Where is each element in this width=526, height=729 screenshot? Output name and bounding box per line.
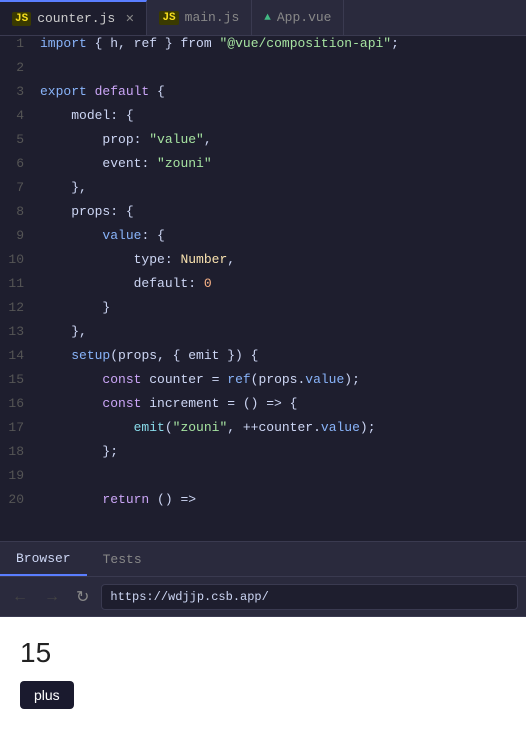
js-icon: JS	[12, 12, 31, 26]
line-content: event: "zouni"	[40, 156, 212, 171]
line-number: 10	[0, 252, 40, 267]
code-line: 14 setup(props, { emit }) {	[0, 348, 526, 372]
code-line: 6 event: "zouni"	[0, 156, 526, 180]
line-content: default: 0	[40, 276, 212, 291]
line-content: type: Number,	[40, 252, 235, 267]
code-line: 5 prop: "value",	[0, 132, 526, 156]
code-line: 19	[0, 468, 526, 492]
line-content: export default {	[40, 84, 165, 99]
tab-bar: JS counter.js ✕ JS main.js ▲ App.vue	[0, 0, 526, 36]
tab-app-vue[interactable]: ▲ App.vue	[252, 0, 344, 35]
line-content: model: {	[40, 108, 134, 123]
line-number: 2	[0, 60, 40, 75]
tab-label-counter: counter.js	[37, 11, 115, 26]
bottom-tab-bar: Browser Tests	[0, 541, 526, 577]
line-content: },	[40, 180, 87, 195]
code-line: 2	[0, 60, 526, 84]
js-icon-main: JS	[159, 11, 178, 25]
forward-button[interactable]: →	[40, 586, 64, 608]
code-line: 13 },	[0, 324, 526, 348]
line-number: 12	[0, 300, 40, 315]
code-line: 18 };	[0, 444, 526, 468]
line-number: 1	[0, 36, 40, 51]
line-content: },	[40, 324, 87, 339]
tab-counter-js[interactable]: JS counter.js ✕	[0, 0, 147, 35]
code-line: 17 emit("zouni", ++counter.value);	[0, 420, 526, 444]
code-line: 20 return () =>	[0, 492, 526, 516]
line-number: 19	[0, 468, 40, 483]
browser-bar: ← → ↻	[0, 577, 526, 617]
line-content: };	[40, 444, 118, 459]
code-line: 16 const increment = () => {	[0, 396, 526, 420]
line-content: emit("zouni", ++counter.value);	[40, 420, 376, 435]
code-line: 1import { h, ref } from "@vue/compositio…	[0, 36, 526, 60]
line-number: 14	[0, 348, 40, 363]
line-content: const counter = ref(props.value);	[40, 372, 360, 387]
code-line: 4 model: {	[0, 108, 526, 132]
code-line: 10 type: Number,	[0, 252, 526, 276]
line-number: 20	[0, 492, 40, 507]
refresh-button[interactable]: ↻	[72, 585, 93, 609]
line-content: value: {	[40, 228, 165, 243]
counter-display: 15	[20, 637, 506, 669]
line-number: 8	[0, 204, 40, 219]
line-number: 4	[0, 108, 40, 123]
line-content: }	[40, 300, 110, 315]
code-line: 3export default {	[0, 84, 526, 108]
tab-main-js[interactable]: JS main.js	[147, 0, 252, 35]
tab-label-vue: App.vue	[277, 10, 332, 25]
code-line: 11 default: 0	[0, 276, 526, 300]
plus-button[interactable]: plus	[20, 681, 74, 709]
line-content: props: {	[40, 204, 134, 219]
line-content: return () =>	[40, 492, 196, 507]
url-input[interactable]	[101, 584, 518, 610]
tab-tests[interactable]: Tests	[87, 542, 158, 576]
line-content: import { h, ref } from "@vue/composition…	[40, 36, 399, 51]
line-number: 6	[0, 156, 40, 171]
vue-icon: ▲	[264, 12, 271, 24]
tests-tab-label: Tests	[103, 552, 142, 567]
tab-browser[interactable]: Browser	[0, 542, 87, 576]
line-number: 5	[0, 132, 40, 147]
back-button[interactable]: ←	[8, 586, 32, 608]
code-line: 12 }	[0, 300, 526, 324]
code-line: 8 props: {	[0, 204, 526, 228]
line-number: 3	[0, 84, 40, 99]
line-number: 18	[0, 444, 40, 459]
tab-close-counter[interactable]: ✕	[125, 12, 134, 26]
line-content: prop: "value",	[40, 132, 212, 147]
code-editor: 1import { h, ref } from "@vue/compositio…	[0, 36, 526, 541]
line-number: 9	[0, 228, 40, 243]
browser-tab-label: Browser	[16, 551, 71, 566]
line-number: 15	[0, 372, 40, 387]
code-line: 15 const counter = ref(props.value);	[0, 372, 526, 396]
tab-label-main: main.js	[185, 10, 240, 25]
preview-area: 15 plus	[0, 617, 526, 729]
line-number: 17	[0, 420, 40, 435]
line-number: 13	[0, 324, 40, 339]
line-number: 7	[0, 180, 40, 195]
line-number: 11	[0, 276, 40, 291]
code-line: 9 value: {	[0, 228, 526, 252]
code-line: 7 },	[0, 180, 526, 204]
line-content: setup(props, { emit }) {	[40, 348, 258, 363]
line-number: 16	[0, 396, 40, 411]
line-content: const increment = () => {	[40, 396, 297, 411]
